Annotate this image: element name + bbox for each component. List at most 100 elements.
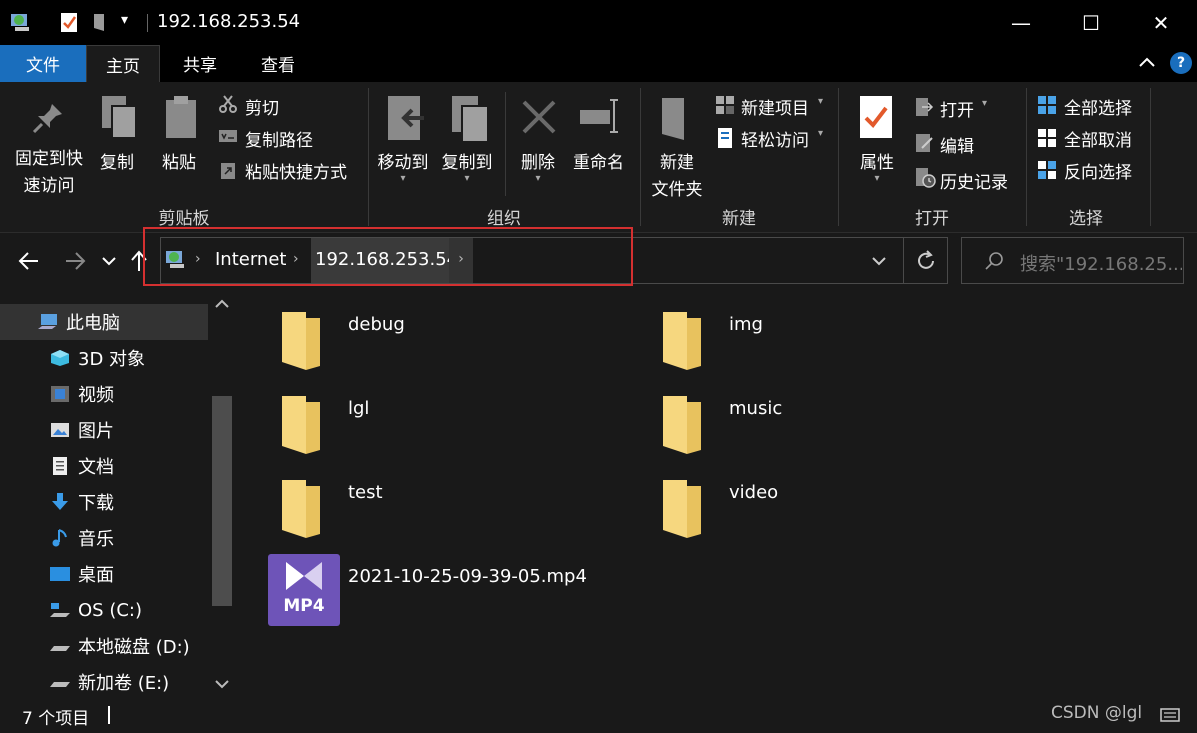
list-item[interactable]: music [659, 394, 959, 460]
list-item[interactable]: debug [278, 310, 578, 376]
nav-item-downloads[interactable]: 下载 [0, 484, 208, 520]
folder-icon [282, 396, 320, 454]
back-arrow-icon[interactable] [18, 251, 40, 271]
nav-item-desktop[interactable]: 桌面 [0, 556, 208, 592]
nav-item-drive-d[interactable]: 本地磁盘 (D:) [0, 628, 208, 664]
delete-button[interactable]: 删除 ▾ [516, 148, 560, 184]
list-item[interactable]: img [659, 310, 959, 376]
list-item[interactable]: lgl [278, 394, 578, 460]
pin-icon [32, 104, 62, 134]
copy-to-arrow-icon: ▾ [464, 173, 470, 184]
copy-button[interactable]: 复制 [100, 148, 134, 173]
nav-item-drive-e[interactable]: 新加卷 (E:) [0, 664, 208, 700]
paste-button[interactable]: 粘贴 [162, 148, 196, 173]
tab-share[interactable]: 共享 [162, 45, 238, 82]
list-item[interactable]: test [278, 478, 578, 544]
recent-locations-chevron-icon[interactable] [101, 255, 117, 267]
status-divider [108, 706, 110, 724]
refresh-icon[interactable] [915, 250, 937, 272]
new-folder-button[interactable]: 新建 文件夹 [646, 148, 708, 200]
nav-item-music[interactable]: 音乐 [0, 520, 208, 556]
nav-item-this-pc[interactable]: 此电脑 [0, 304, 208, 340]
folder-icon [663, 396, 701, 454]
new-folder-quick-icon[interactable] [90, 11, 112, 33]
item-name: test [348, 482, 383, 503]
scrollbar-thumb[interactable] [212, 396, 232, 606]
tab-view[interactable]: 查看 [240, 45, 316, 82]
item-name: lgl [348, 398, 370, 419]
item-count: 7 个项目 [22, 709, 90, 729]
open-button[interactable]: 打开 [940, 96, 974, 121]
copy-to-button[interactable]: 复制到 ▾ [438, 148, 496, 184]
network-location-icon[interactable] [10, 11, 32, 33]
drive-icon [50, 682, 70, 687]
easy-access-button[interactable]: 轻松访问 [741, 126, 809, 151]
invert-selection-icon [1038, 161, 1056, 179]
details-view-icon[interactable] [1160, 707, 1180, 723]
move-to-button[interactable]: 移动到 ▾ [374, 148, 432, 184]
tab-home[interactable]: 主页 [86, 45, 160, 82]
nav-label: 下载 [78, 493, 114, 514]
scroll-up-icon[interactable] [214, 298, 230, 310]
maximize-button[interactable]: ☐ [1056, 0, 1126, 45]
ribbon: 固定到快 速访问 复制 粘贴 剪切 复制路径 粘贴快捷方式 剪贴板 移动到 ▾ [0, 82, 1197, 233]
nav-item-pictures[interactable]: 图片 [0, 412, 208, 448]
ribbon-tabs: 文件 主页 共享 查看 ? [0, 45, 1197, 82]
invert-selection-button[interactable]: 反向选择 [1064, 158, 1132, 183]
tab-file[interactable]: 文件 [0, 45, 86, 82]
properties-quick-icon[interactable] [58, 11, 80, 33]
rename-button[interactable]: 重命名 [573, 148, 624, 173]
nav-label: 桌面 [78, 565, 114, 586]
delete-arrow-icon: ▾ [535, 173, 541, 184]
play-bowtie-icon [286, 562, 322, 590]
address-history-chevron-icon[interactable] [871, 255, 887, 267]
pin-to-quick-access-button[interactable]: 固定到快 速访问 [6, 144, 92, 196]
paste-shortcut-button[interactable]: 粘贴快捷方式 [245, 158, 347, 183]
nav-label: 音乐 [78, 529, 114, 550]
close-button[interactable]: ✕ [1126, 0, 1196, 45]
collapse-ribbon-icon[interactable] [1138, 55, 1156, 69]
copy-path-button[interactable]: 复制路径 [245, 126, 313, 151]
rename-icon [580, 99, 618, 133]
highlight-box [143, 227, 633, 286]
nav-item-drive-c[interactable]: OS (C:) [0, 592, 208, 628]
scroll-down-icon[interactable] [214, 678, 230, 690]
nav-item-videos[interactable]: 视频 [0, 376, 208, 412]
nav-label: 此电脑 [66, 313, 120, 334]
list-item[interactable]: video [659, 478, 959, 544]
edit-button[interactable]: 编辑 [940, 132, 974, 157]
ribbon-separator [1150, 88, 1151, 226]
new-item-button[interactable]: 新建项目 [741, 94, 809, 119]
list-item[interactable]: MP4 2021-10-25-09-39-05.mp4 [268, 554, 668, 630]
item-name: debug [348, 314, 405, 335]
forward-arrow-icon[interactable] [64, 251, 86, 271]
properties-icon [860, 96, 892, 138]
documents-icon [53, 457, 67, 475]
minimize-button[interactable]: — [986, 0, 1056, 45]
nav-item-3d-objects[interactable]: 3D 对象 [0, 340, 208, 376]
file-list: debug img lgl music test video MP4 2021-… [238, 292, 1197, 697]
watermark: CSDN @lgl [1051, 703, 1143, 723]
drive-c-icon [50, 603, 70, 617]
new-item-arrow-icon: ▾ [818, 96, 824, 107]
select-none-button[interactable]: 全部取消 [1064, 126, 1132, 151]
download-icon [52, 493, 68, 510]
help-button[interactable]: ? [1170, 52, 1192, 74]
cut-button[interactable]: 剪切 [245, 94, 279, 119]
nav-label: 图片 [78, 421, 114, 442]
history-button[interactable]: 历史记录 [940, 168, 1008, 193]
copy-to-label: 复制到 [441, 153, 493, 173]
select-all-button[interactable]: 全部选择 [1064, 94, 1132, 119]
new-item-icon [716, 96, 734, 114]
search-box[interactable]: 搜索"192.168.25... [961, 237, 1184, 284]
properties-label: 属性 [860, 153, 894, 173]
properties-button[interactable]: 属性 ▾ [853, 148, 901, 184]
move-to-arrow-icon: ▾ [400, 173, 406, 184]
nav-item-documents[interactable]: 文档 [0, 448, 208, 484]
nav-label: 3D 对象 [78, 349, 146, 370]
select-none-icon [1038, 129, 1056, 147]
quick-access-dropdown[interactable]: ▾ [121, 12, 128, 28]
select-group-label: 选择 [1069, 209, 1103, 229]
item-name: img [729, 314, 763, 335]
properties-arrow-icon: ▾ [874, 173, 880, 184]
